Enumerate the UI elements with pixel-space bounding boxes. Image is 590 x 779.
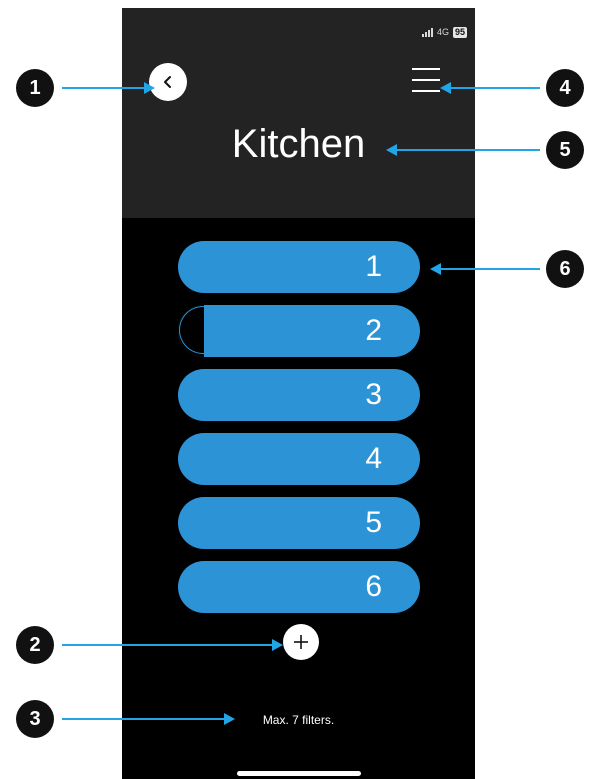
callout-arrow-4 [440, 82, 451, 94]
callout-arrow-6 [430, 263, 441, 275]
callout-line-2 [62, 644, 274, 646]
status-bar: 4G 95 [421, 25, 467, 39]
callout-line-6 [440, 268, 540, 270]
callout-line-1 [62, 87, 146, 89]
menu-button[interactable] [412, 66, 440, 94]
header: 4G 95 Kitchen [122, 8, 475, 218]
hamburger-menu-icon [412, 68, 440, 70]
filter-label: 2 [365, 314, 382, 347]
filter-outline [179, 306, 229, 354]
callout-badge-6: 6 [546, 250, 584, 288]
callout-line-3 [62, 718, 226, 720]
filter-label: 4 [365, 442, 382, 475]
filter-item-5[interactable]: 5 [178, 497, 420, 549]
filter-item-6[interactable]: 6 [178, 561, 420, 613]
callout-badge-4: 4 [546, 69, 584, 107]
filter-item-4[interactable]: 4 [178, 433, 420, 485]
phone-screen: 4G 95 Kitchen 1 2 3 4 5 6 Max. 7 filters… [122, 8, 475, 779]
filter-item-1[interactable]: 1 [178, 241, 420, 293]
page-title: Kitchen [231, 122, 366, 166]
filter-item-2[interactable]: 2 [178, 305, 420, 357]
max-filters-note: Max. 7 filters. [262, 713, 335, 727]
chevron-left-icon [164, 76, 171, 88]
callout-line-5 [396, 149, 540, 151]
filter-label: 1 [365, 250, 382, 283]
filter-label: 6 [365, 570, 382, 603]
network-label: 4G [436, 27, 449, 37]
filter-label: 5 [365, 506, 382, 539]
signal-icon [421, 27, 433, 37]
callout-badge-1: 1 [16, 69, 54, 107]
callout-arrow-3 [224, 713, 235, 725]
home-indicator[interactable] [237, 771, 361, 776]
filter-item-3[interactable]: 3 [178, 369, 420, 421]
callout-arrow-1 [144, 82, 155, 94]
battery-indicator: 95 [452, 26, 467, 38]
annotated-screenshot: 4G 95 Kitchen 1 2 3 4 5 6 Max. 7 filters… [0, 0, 590, 779]
callout-arrow-5 [386, 144, 397, 156]
callout-badge-5: 5 [546, 131, 584, 169]
callout-arrow-2 [272, 639, 283, 651]
add-filter-button[interactable] [283, 624, 319, 660]
callout-line-4 [450, 87, 540, 89]
filter-list: 1 2 3 4 5 6 [178, 241, 420, 625]
callout-badge-3: 3 [16, 700, 54, 738]
filter-label: 3 [365, 378, 382, 411]
callout-badge-2: 2 [16, 626, 54, 664]
plus-icon [294, 635, 308, 649]
